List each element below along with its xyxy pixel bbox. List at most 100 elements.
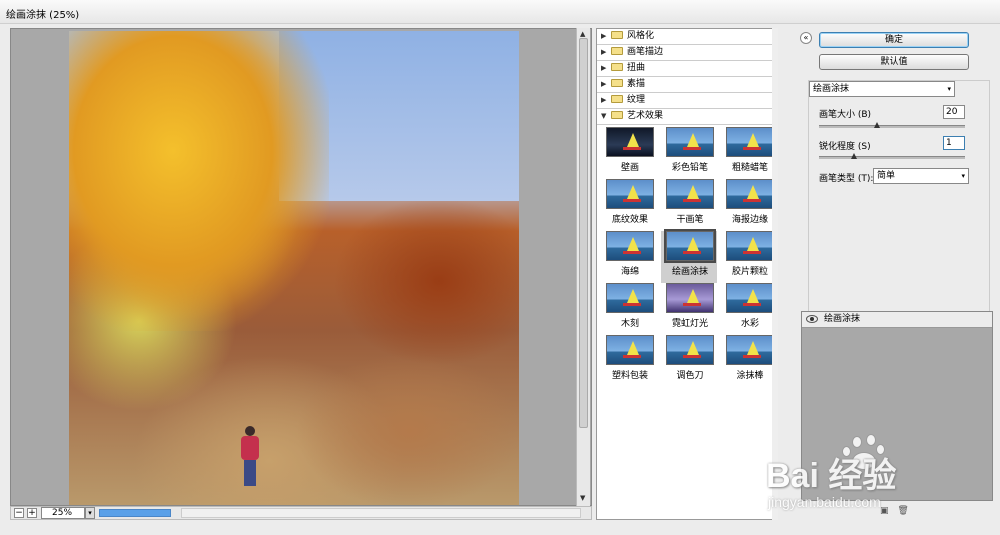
- zoom-dropdown-icon[interactable]: ▾: [85, 507, 95, 519]
- filter-thumbnail-label: 塑料包装: [611, 371, 648, 381]
- filter-thumbnail-label: 调色刀: [676, 371, 704, 381]
- sharpness-label: 锐化程度 (S): [819, 142, 871, 152]
- eye-icon[interactable]: [806, 315, 818, 323]
- filter-thumbnail-label: 水彩: [740, 319, 759, 329]
- preview-horizontal-scrollbar[interactable]: [181, 508, 581, 518]
- sailboat-thumbnail-image: [606, 283, 654, 313]
- filter-thumbnail[interactable]: 木刻: [601, 283, 657, 335]
- brush-size-label: 画笔大小 (B): [819, 110, 872, 120]
- zoom-out-button[interactable]: −: [14, 508, 24, 518]
- filter-thumbnail[interactable]: 海绵: [601, 231, 657, 283]
- folder-icon: [611, 78, 623, 87]
- title-bar: 绘画涂抹 (25%): [0, 0, 1000, 24]
- watermark-url: jingyan.baidu.com: [768, 494, 881, 510]
- zoom-level-field[interactable]: 25%: [41, 507, 85, 519]
- sailboat-thumbnail-image: [726, 283, 774, 313]
- sailboat-thumbnail-image: [666, 283, 714, 313]
- filter-thumbnail[interactable]: 海报边缘: [721, 179, 777, 231]
- folder-icon: [611, 62, 623, 71]
- brush-size-input[interactable]: 20: [943, 105, 965, 119]
- sailboat-thumbnail-image: [664, 229, 716, 263]
- sailboat-thumbnail-image: [606, 335, 654, 365]
- filter-thumbnail[interactable]: 彩色铅笔: [661, 127, 717, 179]
- collapse-gallery-icon[interactable]: «: [800, 32, 812, 44]
- effect-layer-row[interactable]: 绘画涂抹: [802, 312, 992, 328]
- triangle-right-icon[interactable]: ▶: [601, 61, 611, 76]
- triangle-right-icon[interactable]: ▶: [601, 45, 611, 60]
- filter-category-label: 素描: [627, 79, 646, 89]
- filter-thumbnail[interactable]: 干画笔: [661, 179, 717, 231]
- sailboat-thumbnail-image: [726, 127, 774, 157]
- folder-icon: [611, 94, 623, 103]
- filter-category-label: 纹理: [627, 95, 646, 105]
- filter-thumbnail[interactable]: 胶片颗粒: [721, 231, 777, 283]
- zoom-in-button[interactable]: +: [27, 508, 37, 518]
- sharpness-slider-handle[interactable]: [850, 153, 857, 159]
- filter-category[interactable]: ▶ 扭曲: [597, 61, 777, 77]
- default-button[interactable]: 默认值: [819, 54, 969, 70]
- filter-thumbnail[interactable]: 底纹效果: [601, 179, 657, 231]
- sailboat-thumbnail-image: [726, 231, 774, 261]
- chevron-down-icon: ▾: [947, 85, 951, 93]
- filter-thumbnail-label: 霓虹灯光: [671, 319, 708, 329]
- filter-category[interactable]: ▶ 画笔描边: [597, 45, 777, 61]
- sailboat-thumbnail-image: [666, 179, 714, 209]
- filter-thumbnail[interactable]: 壁画: [601, 127, 657, 179]
- filter-thumbnail-label: 壁画: [620, 163, 639, 173]
- brush-type-select[interactable]: 简单 ▾: [873, 168, 969, 184]
- filter-thumbnail-label: 底纹效果: [611, 215, 648, 225]
- preview-scroll-thumb[interactable]: [579, 38, 588, 428]
- filter-thumbnail-label: 粗糙蜡笔: [731, 163, 768, 173]
- preview-canvas[interactable]: [10, 28, 592, 506]
- filter-category-label: 扭曲: [627, 63, 646, 73]
- scroll-down-icon[interactable]: ▼: [580, 494, 585, 502]
- filter-thumbnail-label: 涂抹棒: [736, 371, 764, 381]
- filter-category[interactable]: ▶ 风格化: [597, 29, 777, 45]
- folder-icon: [611, 30, 623, 39]
- preview-vertical-scrollbar[interactable]: ▲ ▼: [576, 28, 590, 506]
- filter-thumbnail-label: 绘画涂抹: [671, 267, 708, 277]
- ok-button[interactable]: 确定: [819, 32, 969, 48]
- filter-thumbnail[interactable]: 塑料包装: [601, 335, 657, 387]
- filter-thumbnail[interactable]: 水彩: [721, 283, 777, 335]
- brush-size-slider-handle[interactable]: [874, 122, 881, 128]
- filter-thumbnail-label: 海报边缘: [731, 215, 768, 225]
- filter-category-label: 画笔描边: [627, 47, 664, 57]
- brush-size-slider[interactable]: [819, 122, 965, 128]
- filter-select[interactable]: 绘画涂抹 ▾: [809, 81, 955, 97]
- photo-autumn-trees: [69, 31, 329, 331]
- filter-category[interactable]: ▶ 素描: [597, 77, 777, 93]
- brush-type-label: 画笔类型 (T):: [819, 174, 874, 184]
- filter-thumbnail[interactable]: 调色刀: [661, 335, 717, 387]
- folder-icon: [611, 110, 623, 119]
- sharpness-input[interactable]: 1: [943, 136, 965, 150]
- triangle-right-icon[interactable]: ▶: [601, 77, 611, 92]
- filter-category-label: 艺术效果: [627, 111, 664, 121]
- filter-thumbnail-label: 胶片颗粒: [731, 267, 768, 277]
- sailboat-thumbnail-image: [606, 231, 654, 261]
- triangle-down-icon[interactable]: ▼: [601, 109, 611, 124]
- triangle-right-icon[interactable]: ▶: [601, 93, 611, 108]
- filter-category[interactable]: ▶ 纹理: [597, 93, 777, 109]
- sailboat-thumbnail-image: [666, 127, 714, 157]
- filter-category-label: 风格化: [627, 31, 655, 41]
- effect-layer-label: 绘画涂抹: [824, 314, 861, 324]
- filter-gallery: ▶ 风格化 ▶ 画笔描边 ▶ 扭曲 ▶ 素描 ▶ 纹理 ▼ 艺术效果 壁画 彩色铅笔 粗糙蜡笔底纹效果 干画…: [596, 28, 778, 520]
- sailboat-thumbnail-image: [606, 127, 654, 157]
- filter-thumbnail[interactable]: 霓虹灯光: [661, 283, 717, 335]
- filter-settings: 绘画涂抹 ▾ 画笔大小 (B) 20 锐化程度 (S) 1 画笔类型 (T): …: [808, 80, 990, 328]
- scroll-up-icon[interactable]: ▲: [580, 30, 585, 38]
- sharpness-slider[interactable]: [819, 153, 965, 159]
- filter-thumbnail[interactable]: 绘画涂抹: [661, 229, 717, 283]
- sailboat-thumbnail-image: [606, 179, 654, 209]
- filter-gallery-window: 绘画涂抹 (25%) ▲ ▼ − + 25% ▾ ▶ 风格化 ▶ 画笔描边 ▶ 扭曲 ▶ 素描…: [0, 0, 1000, 535]
- filter-thumbnail-label: 干画笔: [676, 215, 704, 225]
- filter-thumbnail-label: 彩色铅笔: [671, 163, 708, 173]
- triangle-right-icon[interactable]: ▶: [601, 29, 611, 44]
- filter-category[interactable]: ▼ 艺术效果: [597, 109, 777, 125]
- zoom-bar: − + 25% ▾: [10, 506, 592, 520]
- filter-thumbnail[interactable]: 粗糙蜡笔: [721, 127, 777, 179]
- filter-thumbnail[interactable]: 涂抹棒: [721, 335, 777, 387]
- window-title: 绘画涂抹 (25%): [6, 10, 80, 21]
- photo-person: [239, 426, 261, 486]
